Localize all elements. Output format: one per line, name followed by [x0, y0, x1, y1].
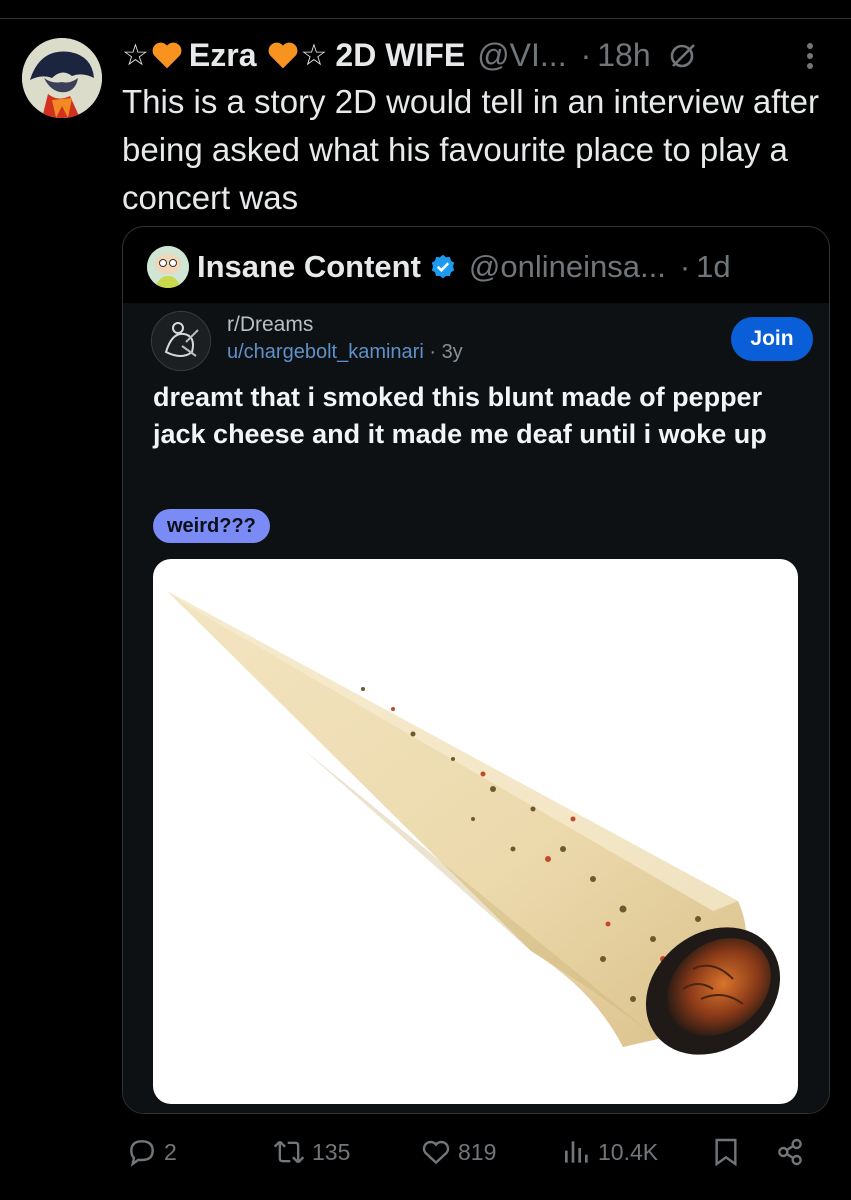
- quoted-tweet[interactable]: Insane Content @onlineinsa... · 1d r/Dre…: [122, 226, 830, 1114]
- views-icon: [562, 1136, 598, 1168]
- quote-time[interactable]: 1d: [696, 249, 730, 285]
- grok-icon[interactable]: [669, 41, 697, 69]
- reply-button[interactable]: 2: [126, 1130, 177, 1174]
- reddit-user-line: u/chargebolt_kaminari · 3y: [227, 341, 463, 364]
- repost-count: 135: [312, 1138, 351, 1165]
- cheese-blunt-image[interactable]: [153, 559, 798, 1104]
- join-button: Join: [731, 317, 813, 361]
- tweet-header: ☆ Ezra ☆ 2D WIFE @VI... · 18h: [122, 32, 822, 78]
- top-divider: [0, 18, 851, 19]
- quote-header: Insane Content @onlineinsa... · 1d: [147, 245, 731, 289]
- tweet-time[interactable]: 18h: [597, 37, 650, 74]
- repost-icon: [272, 1136, 312, 1168]
- separator-dot: ·: [679, 249, 691, 284]
- bookmark-button[interactable]: [712, 1130, 746, 1174]
- reply-icon: [126, 1136, 164, 1168]
- more-icon[interactable]: [800, 36, 820, 76]
- separator-dot: ·: [580, 36, 592, 73]
- quote-author-name[interactable]: Insane Content: [197, 249, 421, 285]
- reddit-post-age: 3y: [441, 341, 463, 363]
- reply-count: 2: [164, 1138, 177, 1165]
- star-glyph: ☆: [300, 38, 328, 72]
- author-name[interactable]: Ezra: [189, 37, 257, 74]
- author-avatar[interactable]: [22, 38, 102, 118]
- star-glyph: ☆: [122, 38, 149, 72]
- quote-author-avatar[interactable]: [147, 246, 189, 288]
- heart-icon: [151, 40, 183, 70]
- separator-dot: ·: [429, 341, 442, 363]
- view-count: 10.4K: [598, 1138, 659, 1165]
- heart-icon: [267, 40, 299, 70]
- like-count: 819: [458, 1138, 497, 1165]
- subreddit-name: r/Dreams: [227, 313, 314, 336]
- post-flair: weird???: [153, 509, 270, 543]
- author-name-tag[interactable]: 2D WIFE: [335, 37, 465, 74]
- action-bar: 2 135 819 10.4K: [0, 1130, 851, 1174]
- bookmark-icon: [712, 1136, 746, 1168]
- verified-icon: [429, 253, 457, 281]
- quote-author-handle[interactable]: @onlineinsa...: [469, 249, 666, 285]
- reddit-post-title: dreamt that i smoked this blunt made of …: [153, 382, 767, 449]
- views-button[interactable]: 10.4K: [562, 1130, 658, 1174]
- repost-button[interactable]: 135: [272, 1130, 350, 1174]
- share-button[interactable]: [774, 1130, 812, 1174]
- reddit-post-screenshot: r/Dreams u/chargebolt_kaminari · 3y Join…: [123, 303, 829, 1113]
- reddit-username: u/chargebolt_kaminari: [227, 341, 424, 363]
- tweet-text: This is a story 2D would tell in an inte…: [122, 83, 819, 216]
- author-handle[interactable]: @VI...: [477, 37, 566, 74]
- like-icon: [420, 1136, 458, 1168]
- subreddit-avatar: [151, 311, 211, 371]
- like-button[interactable]: 819: [420, 1130, 496, 1174]
- share-icon: [774, 1136, 812, 1168]
